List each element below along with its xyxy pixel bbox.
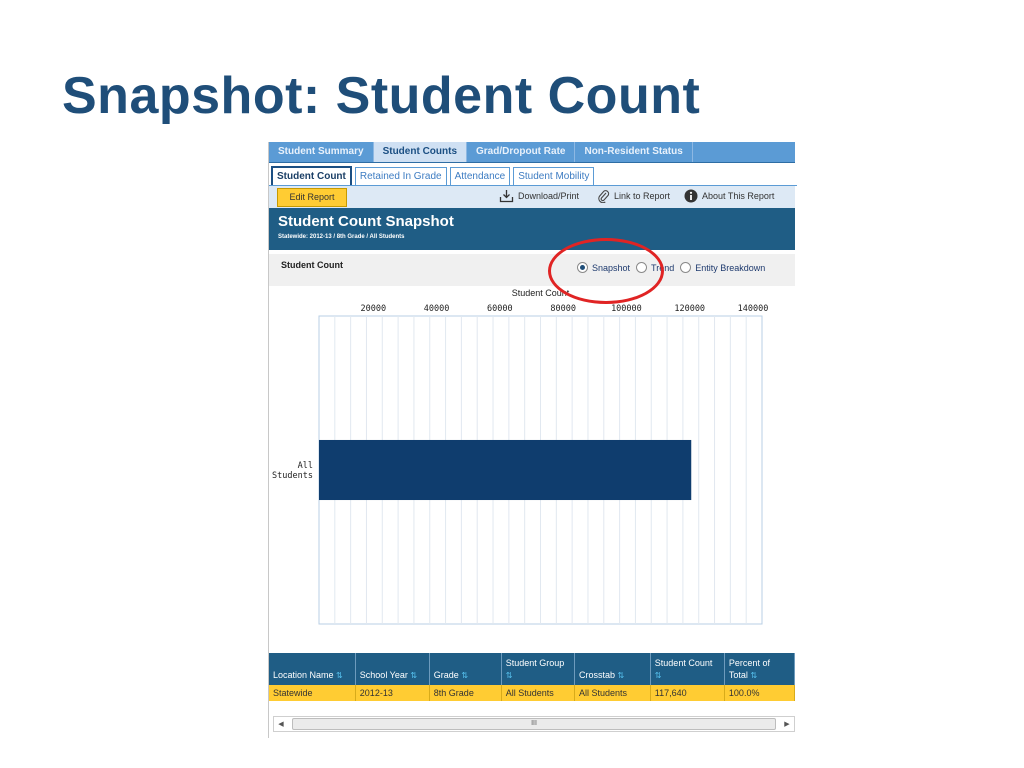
subtab-attendance[interactable]: Attendance bbox=[449, 167, 511, 185]
scroll-thumb[interactable]: III bbox=[292, 718, 776, 730]
column-header[interactable]: Student Count ⇅ bbox=[650, 653, 725, 685]
about-this-report-label: About This Report bbox=[702, 191, 775, 201]
table-cell: 100.0% bbox=[724, 685, 796, 701]
annotation-circle bbox=[548, 238, 664, 304]
report-toolbar: Edit Report Download/Print Link to Repor… bbox=[269, 186, 795, 208]
column-header[interactable]: Percent of Total ⇅ bbox=[724, 653, 796, 685]
slide-title: Snapshot: Student Count bbox=[62, 67, 701, 125]
sort-arrows-icon[interactable]: ⇅ bbox=[618, 671, 625, 680]
x-tick-label: 80000 bbox=[550, 304, 576, 314]
subtab-retained-in-grade[interactable]: Retained In Grade bbox=[354, 167, 447, 185]
category-label: Students bbox=[272, 471, 313, 481]
column-header-label: Student Count bbox=[654, 658, 713, 668]
x-tick-label: 60000 bbox=[487, 304, 513, 314]
sort-arrows-icon[interactable]: ⇅ bbox=[506, 671, 513, 680]
entity-breakdown-radio-label[interactable]: Entity Breakdown bbox=[695, 263, 765, 273]
tab-grad-dropout-rate[interactable]: Grad/Dropout Rate bbox=[467, 142, 576, 162]
column-header-label: Student Group bbox=[505, 658, 565, 668]
measure-label: Student Count bbox=[281, 260, 343, 270]
column-header[interactable]: Grade ⇅ bbox=[429, 653, 502, 685]
column-header-label: Location Name bbox=[273, 670, 337, 680]
entity-breakdown-radio[interactable] bbox=[680, 262, 692, 273]
x-tick-label: 140000 bbox=[738, 304, 769, 314]
sort-arrows-icon[interactable]: ⇅ bbox=[410, 671, 417, 680]
column-header[interactable]: Student Group ⇅ bbox=[501, 653, 576, 685]
x-tick-label: 20000 bbox=[360, 304, 386, 314]
download-icon bbox=[499, 190, 514, 203]
edit-report-button[interactable]: Edit Report bbox=[277, 188, 347, 207]
main-tab-bar: Student Summary Student Counts Grad/Drop… bbox=[269, 142, 795, 163]
table-cell: All Students bbox=[501, 685, 576, 701]
column-header-label: Crosstab bbox=[579, 670, 618, 680]
x-tick-label: 100000 bbox=[611, 304, 642, 314]
report-app: Student Summary Student Counts Grad/Drop… bbox=[268, 142, 797, 738]
bar bbox=[319, 439, 692, 501]
tab-non-resident-status[interactable]: Non-Resident Status bbox=[575, 142, 693, 162]
table-cell: 8th Grade bbox=[429, 685, 502, 701]
scroll-right-arrow-icon[interactable]: ▶ bbox=[780, 720, 794, 728]
report-title: Student Count Snapshot bbox=[278, 213, 454, 230]
table-cell: All Students bbox=[574, 685, 651, 701]
table-row[interactable]: Statewide 2012-13 8th Grade All Students All… bbox=[269, 685, 796, 701]
link-to-report-label: Link to Report bbox=[614, 191, 671, 201]
report-header: Student Count Snapshot Statewide: 2012-1… bbox=[269, 208, 795, 250]
table-cell: 2012-13 bbox=[355, 685, 430, 701]
report-breadcrumb: Statewide: 2012-13 / 8th Grade / All Stu… bbox=[278, 234, 405, 240]
bar-chart-svg: Student Count20000 40000 60000 80000 100000 1… bbox=[272, 288, 769, 625]
x-tick-label: 40000 bbox=[424, 304, 450, 314]
about-this-report-link[interactable]: About This Report bbox=[684, 189, 774, 203]
sort-arrows-icon[interactable]: ⇅ bbox=[336, 671, 343, 680]
student-count-chart: Student Count 20000 40000 60000 80000 100000 1… bbox=[269, 286, 795, 636]
column-header-label: School Year bbox=[359, 670, 411, 680]
download-print-link[interactable]: Download/Print bbox=[499, 189, 579, 203]
table-header-row: Location Name ⇅ School Year ⇅ Grade ⇅ Stude… bbox=[269, 653, 796, 685]
link-to-report-link[interactable]: Link to Report bbox=[597, 189, 670, 203]
column-header[interactable]: Location Name ⇅ bbox=[269, 653, 356, 685]
sort-arrows-icon[interactable]: ⇅ bbox=[461, 671, 468, 680]
paperclip-icon bbox=[598, 190, 610, 203]
results-table: Location Name ⇅ School Year ⇅ Grade ⇅ Stude… bbox=[269, 653, 796, 701]
table-body: Statewide 2012-13 8th Grade All Students All… bbox=[269, 685, 796, 701]
category-label: All bbox=[298, 461, 313, 471]
column-header[interactable]: School Year ⇅ bbox=[355, 653, 430, 685]
scroll-left-arrow-icon[interactable]: ◀ bbox=[274, 720, 288, 728]
sort-arrows-icon[interactable]: ⇅ bbox=[655, 671, 662, 680]
subtab-student-mobility[interactable]: Student Mobility bbox=[513, 167, 595, 185]
x-tick-label: 120000 bbox=[674, 304, 705, 314]
download-print-label: Download/Print bbox=[518, 191, 580, 201]
subtab-student-count[interactable]: Student Count bbox=[271, 166, 352, 185]
column-header[interactable]: Crosstab ⇅ bbox=[574, 653, 651, 685]
tab-student-counts[interactable]: Student Counts bbox=[373, 142, 468, 162]
info-icon bbox=[684, 189, 698, 203]
sort-arrows-icon[interactable]: ⇅ bbox=[750, 671, 757, 680]
table-cell: Statewide bbox=[269, 685, 356, 701]
sub-tab-bar: Student Count Retained In Grade Attendan… bbox=[269, 163, 797, 186]
horizontal-scrollbar[interactable]: ◀ III ▶ bbox=[273, 716, 795, 732]
tab-student-summary[interactable]: Student Summary bbox=[269, 142, 374, 162]
table-cell: 117,640 bbox=[650, 685, 725, 701]
results-table-container: Location Name ⇅ School Year ⇅ Grade ⇅ Stude… bbox=[269, 653, 796, 701]
column-header-label: Grade bbox=[433, 670, 462, 680]
view-control-bar: Student Count Snapshot Trend Entity Brea… bbox=[269, 254, 795, 286]
